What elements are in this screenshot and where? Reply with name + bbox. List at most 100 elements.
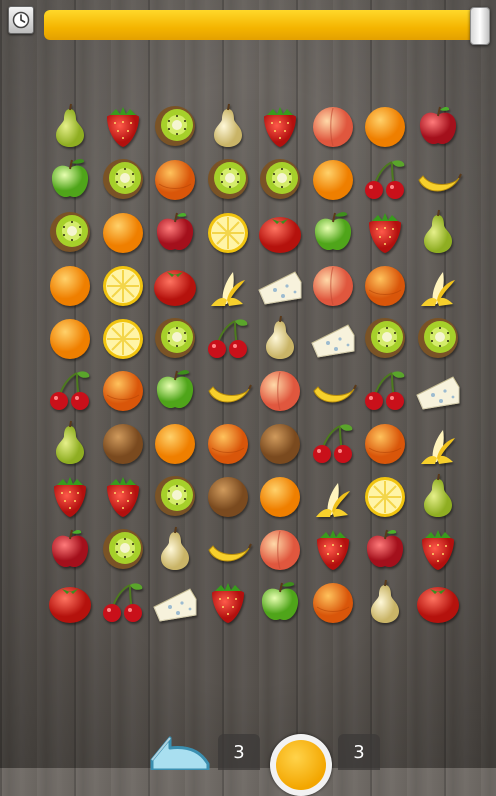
tile-apple-red[interactable] [412,100,465,153]
tile-banana-peeled[interactable] [412,417,465,470]
tile-banana[interactable] [412,153,465,206]
tile-apple-green[interactable] [254,575,307,628]
tile-cheese[interactable] [307,311,360,364]
tile-pear-pale[interactable] [202,100,255,153]
apple-red-icon [52,529,89,567]
tile-orange[interactable] [307,153,360,206]
pear-pale-icon [266,315,295,359]
tile-orange[interactable] [97,206,150,259]
tile-kiwi[interactable] [149,470,202,523]
tile-banana[interactable] [202,522,255,575]
tile-peach[interactable] [307,100,360,153]
tile-lemon[interactable] [359,470,412,523]
pear-pale-icon [371,579,400,623]
tile-tomato[interactable] [254,206,307,259]
tile-kiwi[interactable] [254,153,307,206]
tile-kiwi[interactable] [149,311,202,364]
tile-peach[interactable] [307,258,360,311]
tile-peach[interactable] [254,522,307,575]
strawberry-icon [106,107,139,148]
tile-apple-red[interactable] [44,522,97,575]
tile-strawberry[interactable] [254,100,307,153]
apple-red-icon [419,107,456,145]
tile-kiwi[interactable] [149,100,202,153]
tile-cherries[interactable] [97,575,150,628]
tile-pear-pale[interactable] [149,522,202,575]
cherries-icon [365,371,405,411]
pear-icon [56,104,85,148]
tile-kiwi[interactable] [97,522,150,575]
tile-apple-green[interactable] [307,206,360,259]
tile-orange-blood[interactable] [202,417,255,470]
tile-coconut[interactable] [97,417,150,470]
tile-banana[interactable] [202,364,255,417]
tile-pear[interactable] [412,206,465,259]
tile-lemon[interactable] [202,206,255,259]
tile-apple-red[interactable] [149,206,202,259]
pause-button[interactable] [8,6,34,34]
tile-banana-peeled[interactable] [202,258,255,311]
shuffle-button[interactable] [146,730,212,772]
tile-strawberry[interactable] [97,100,150,153]
tile-orange-blood[interactable] [359,417,412,470]
tile-strawberry[interactable] [307,522,360,575]
tile-kiwi[interactable] [97,153,150,206]
tile-strawberry[interactable] [202,575,255,628]
tile-orange-blood[interactable] [149,153,202,206]
tile-cherries[interactable] [44,364,97,417]
tile-apple-green[interactable] [149,364,202,417]
pear-pale-icon [213,104,242,148]
tile-lemon[interactable] [97,258,150,311]
tile-cheese[interactable] [254,258,307,311]
tile-orange-blood[interactable] [359,258,412,311]
tile-tomato[interactable] [44,575,97,628]
tile-banana[interactable] [307,364,360,417]
orange-icon [260,476,301,517]
cheese-icon [416,376,460,410]
tile-cherries[interactable] [307,417,360,470]
tile-apple-green[interactable] [44,153,97,206]
tile-cherries[interactable] [359,153,412,206]
tile-strawberry[interactable] [44,470,97,523]
tile-cherries[interactable] [359,364,412,417]
tile-orange[interactable] [149,417,202,470]
tile-pear-pale[interactable] [254,311,307,364]
tile-kiwi[interactable] [412,311,465,364]
tile-pear[interactable] [44,100,97,153]
tile-kiwi[interactable] [202,153,255,206]
tile-banana-peeled[interactable] [412,258,465,311]
tile-pear-pale[interactable] [359,575,412,628]
tile-apple-red[interactable] [359,522,412,575]
tile-strawberry[interactable] [97,470,150,523]
tile-cherries[interactable] [202,311,255,364]
tile-kiwi[interactable] [44,206,97,259]
tile-pear[interactable] [44,417,97,470]
tile-tomato[interactable] [149,258,202,311]
tile-kiwi[interactable] [359,311,412,364]
tile-pear[interactable] [412,470,465,523]
pear-icon [423,209,452,253]
tile-orange-blood[interactable] [307,575,360,628]
tile-orange[interactable] [359,100,412,153]
tile-cheese[interactable] [412,364,465,417]
orange-blood-icon [102,371,143,412]
tomato-icon [49,586,92,623]
tile-orange[interactable] [254,470,307,523]
tile-strawberry[interactable] [359,206,412,259]
tile-cheese[interactable] [149,575,202,628]
tile-coconut[interactable] [254,417,307,470]
banana-peeled-icon [420,271,455,306]
tile-coconut[interactable] [202,470,255,523]
orange-icon [312,160,353,201]
tile-tomato[interactable] [412,575,465,628]
tile-orange-blood[interactable] [97,364,150,417]
lemon-icon [365,476,406,517]
hint-button[interactable] [270,734,332,796]
tile-strawberry[interactable] [412,522,465,575]
tile-orange[interactable] [44,258,97,311]
tile-lemon[interactable] [97,311,150,364]
tile-banana-peeled[interactable] [307,470,360,523]
tile-peach[interactable] [254,364,307,417]
tomato-icon [154,269,197,306]
tile-orange[interactable] [44,311,97,364]
